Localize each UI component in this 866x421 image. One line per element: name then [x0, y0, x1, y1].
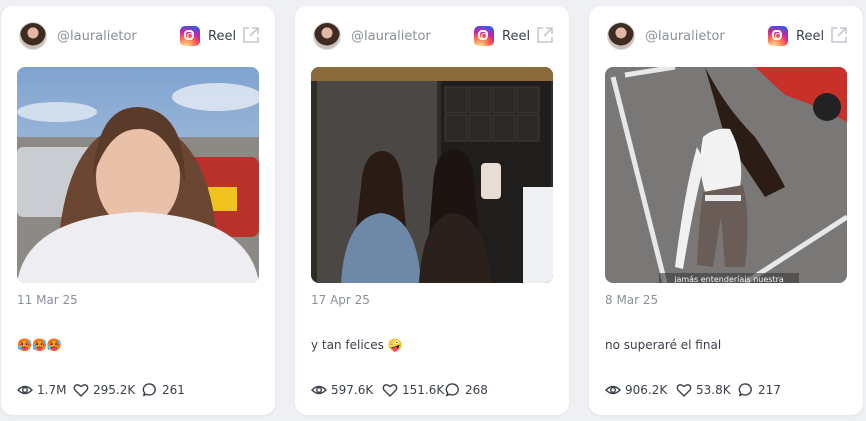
- external-link-icon[interactable]: [829, 25, 849, 45]
- reel-card[interactable]: @lauralietor Reel: [589, 6, 863, 415]
- external-link-icon[interactable]: [535, 25, 555, 45]
- heart-icon: [676, 384, 692, 397]
- eye-icon: [605, 385, 621, 395]
- post-date: 11 Mar 25: [17, 293, 78, 307]
- post-caption: no superaré el final: [605, 338, 722, 352]
- comment-icon: [142, 383, 156, 397]
- comment-icon: [738, 383, 752, 397]
- reel-card[interactable]: @lauralietor Reel: [295, 6, 569, 415]
- comments-count: 261: [162, 383, 185, 397]
- reel-thumbnail[interactable]: jamás entenderíais nuestra: [605, 67, 847, 283]
- instagram-icon: [180, 26, 200, 46]
- parking-lot-image: jamás entenderíais nuestra: [605, 67, 847, 283]
- card-header: @lauralietor Reel: [17, 22, 259, 50]
- heart-icon: [73, 384, 89, 397]
- account-handle[interactable]: @lauralietor: [351, 29, 431, 44]
- eye-icon: [17, 385, 33, 395]
- heart-icon: [382, 384, 398, 397]
- views-count: 1.7M: [37, 383, 67, 397]
- comments-count: 217: [758, 383, 781, 397]
- eye-icon: [311, 385, 327, 395]
- mirror-selfie-image: [311, 67, 553, 283]
- views-count: 597.6K: [331, 383, 374, 397]
- post-date: 8 Mar 25: [605, 293, 659, 307]
- media-overlay-text: jamás entenderíais nuestra: [673, 275, 784, 283]
- reel-card[interactable]: @lauralietor Reel: [1, 6, 275, 415]
- post-type-label: Reel: [502, 29, 531, 44]
- post-date: 17 Apr 25: [311, 293, 370, 307]
- comments-count: 268: [465, 383, 488, 397]
- avatar[interactable]: [313, 22, 341, 50]
- reel-card-grid: @lauralietor Reel 11 Mar 25 🥵🥵🥵 1.7M 295…: [0, 0, 866, 421]
- instagram-icon: [474, 26, 494, 46]
- post-type-label: Reel: [208, 29, 237, 44]
- comment-icon: [445, 383, 459, 397]
- account-handle[interactable]: @lauralietor: [57, 29, 137, 44]
- likes-count: 295.2K: [93, 383, 136, 397]
- post-type-label: Reel: [796, 29, 825, 44]
- instagram-icon: [768, 26, 788, 46]
- card-header: @lauralietor Reel: [311, 22, 553, 50]
- post-caption: y tan felices 🤪: [311, 338, 403, 352]
- avatar[interactable]: [607, 22, 635, 50]
- reel-thumbnail[interactable]: [311, 67, 553, 283]
- post-caption: 🥵🥵🥵: [17, 338, 62, 352]
- external-link-icon[interactable]: [241, 25, 261, 45]
- likes-count: 53.8K: [696, 383, 731, 397]
- card-header: @lauralietor Reel: [605, 22, 847, 50]
- account-handle[interactable]: @lauralietor: [645, 29, 725, 44]
- selfie-image: [17, 67, 259, 283]
- avatar[interactable]: [19, 22, 47, 50]
- views-count: 906.2K: [625, 383, 668, 397]
- reel-thumbnail[interactable]: [17, 67, 259, 283]
- likes-count: 151.6K: [402, 383, 445, 397]
